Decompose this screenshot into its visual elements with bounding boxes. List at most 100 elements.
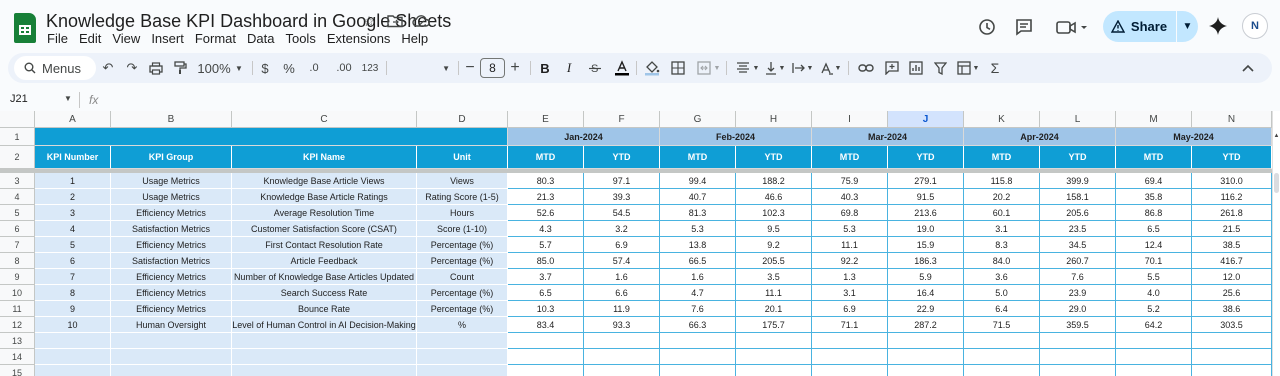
value-cell[interactable]: 25.6 <box>1192 285 1272 301</box>
row-header[interactable]: 5 <box>0 205 35 221</box>
empty-cell[interactable] <box>1192 365 1272 376</box>
empty-cell[interactable] <box>812 365 888 376</box>
number-format-button[interactable]: 123 <box>360 53 380 83</box>
unit-cell[interactable]: % <box>417 317 508 333</box>
menu-edit[interactable]: Edit <box>79 31 101 46</box>
kpi-number-cell[interactable]: 3 <box>35 205 111 221</box>
value-cell[interactable]: 38.5 <box>1192 237 1272 253</box>
value-cell[interactable]: 66.3 <box>660 317 736 333</box>
spreadsheet-grid[interactable]: A B C D E F G H I J K L M N 1 2 3 4 5 6 7 8 9 10 11 12 13 14 15 Jan-2… <box>0 111 1280 376</box>
month-header[interactable]: Apr-2024 <box>964 128 1116 146</box>
percent-format-button[interactable]: % <box>282 53 296 83</box>
value-cell[interactable]: 3.2 <box>584 221 660 237</box>
value-cell[interactable]: 6.9 <box>812 301 888 317</box>
insert-chart-icon[interactable] <box>906 53 926 83</box>
value-cell[interactable]: 38.6 <box>1192 301 1272 317</box>
empty-cell[interactable] <box>508 333 584 349</box>
value-cell[interactable]: 8.3 <box>964 237 1040 253</box>
currency-format-button[interactable]: $ <box>258 53 272 83</box>
italic-button[interactable]: I <box>560 53 578 83</box>
unit-cell[interactable] <box>417 349 508 365</box>
kpi-group-cell[interactable]: Satisfaction Metrics <box>111 253 232 269</box>
value-cell[interactable]: 359.5 <box>1040 317 1116 333</box>
column-title[interactable]: Unit <box>417 146 508 169</box>
column-header[interactable]: N <box>1192 111 1272 128</box>
row-header[interactable]: 3 <box>0 173 35 189</box>
value-cell[interactable]: 3.5 <box>736 269 812 285</box>
value-cell[interactable]: 303.5 <box>1192 317 1272 333</box>
kpi-name-cell[interactable] <box>232 349 417 365</box>
empty-cell[interactable] <box>584 349 660 365</box>
value-cell[interactable]: 23.5 <box>1040 221 1116 237</box>
horizontal-align-icon[interactable] <box>732 53 754 83</box>
value-cell[interactable]: 19.0 <box>888 221 964 237</box>
value-cell[interactable]: 40.3 <box>812 189 888 205</box>
column-header[interactable]: G <box>660 111 736 128</box>
value-cell[interactable]: 21.3 <box>508 189 584 205</box>
ytd-header[interactable]: YTD <box>888 146 964 169</box>
empty-cell[interactable] <box>660 349 736 365</box>
account-avatar[interactable]: N <box>1242 13 1268 39</box>
kpi-group-cell[interactable] <box>111 333 232 349</box>
row-header[interactable]: 14 <box>0 349 35 365</box>
value-cell[interactable]: 1.6 <box>584 269 660 285</box>
value-cell[interactable]: 70.1 <box>1116 253 1192 269</box>
value-cell[interactable]: 22.9 <box>888 301 964 317</box>
value-cell[interactable]: 6.5 <box>508 285 584 301</box>
value-cell[interactable]: 158.1 <box>1040 189 1116 205</box>
kpi-name-cell[interactable]: Average Resolution Time <box>232 205 417 221</box>
text-color-icon[interactable] <box>612 53 632 83</box>
row-header[interactable]: 2 <box>0 146 35 169</box>
font-size-input[interactable]: 8 <box>480 58 505 78</box>
value-cell[interactable]: 7.6 <box>1040 269 1116 285</box>
value-cell[interactable]: 91.5 <box>888 189 964 205</box>
column-header[interactable]: D <box>417 111 508 128</box>
functions-button[interactable]: Σ <box>986 53 1004 83</box>
row-header[interactable]: 4 <box>0 189 35 205</box>
value-cell[interactable]: 12.0 <box>1192 269 1272 285</box>
kpi-group-cell[interactable] <box>111 349 232 365</box>
row-header[interactable]: 8 <box>0 253 35 269</box>
empty-cell[interactable] <box>812 349 888 365</box>
unit-cell[interactable]: Percentage (%) <box>417 301 508 317</box>
value-cell[interactable]: 40.7 <box>660 189 736 205</box>
kpi-name-cell[interactable] <box>232 365 417 376</box>
empty-cell[interactable] <box>584 333 660 349</box>
fill-color-icon[interactable] <box>642 53 662 83</box>
empty-cell[interactable] <box>1192 349 1272 365</box>
value-cell[interactable]: 57.4 <box>584 253 660 269</box>
empty-cell[interactable] <box>964 365 1040 376</box>
value-cell[interactable]: 93.3 <box>584 317 660 333</box>
value-cell[interactable]: 92.2 <box>812 253 888 269</box>
value-cell[interactable]: 6.6 <box>584 285 660 301</box>
mtd-header[interactable]: MTD <box>1116 146 1192 169</box>
menu-extensions[interactable]: Extensions <box>327 31 391 46</box>
merge-cells-icon[interactable] <box>694 53 714 83</box>
value-cell[interactable]: 20.1 <box>736 301 812 317</box>
column-header[interactable]: J <box>888 111 964 128</box>
strikethrough-icon[interactable]: S <box>586 53 604 83</box>
kpi-number-cell[interactable]: 9 <box>35 301 111 317</box>
empty-cell[interactable] <box>736 349 812 365</box>
kpi-group-cell[interactable]: Usage Metrics <box>111 173 232 189</box>
column-header[interactable]: C <box>232 111 417 128</box>
filter-views-icon[interactable] <box>954 53 974 83</box>
unit-cell[interactable]: Percentage (%) <box>417 253 508 269</box>
gemini-sparkle-icon[interactable] <box>1208 16 1228 36</box>
value-cell[interactable]: 5.9 <box>888 269 964 285</box>
kpi-name-cell[interactable]: Article Feedback <box>232 253 417 269</box>
version-history-icon[interactable] <box>976 16 998 38</box>
value-cell[interactable]: 5.3 <box>812 221 888 237</box>
filter-icon[interactable] <box>930 53 950 83</box>
value-cell[interactable]: 6.4 <box>964 301 1040 317</box>
value-cell[interactable]: 1.3 <box>812 269 888 285</box>
kpi-name-cell[interactable]: First Contact Resolution Rate <box>232 237 417 253</box>
meet-call-icon[interactable] <box>1054 16 1090 38</box>
value-cell[interactable]: 16.4 <box>888 285 964 301</box>
kpi-group-cell[interactable]: Satisfaction Metrics <box>111 221 232 237</box>
empty-cell[interactable] <box>660 333 736 349</box>
value-cell[interactable]: 81.3 <box>660 205 736 221</box>
value-cell[interactable]: 11.9 <box>584 301 660 317</box>
star-icon[interactable]: ☆ <box>360 12 378 30</box>
value-cell[interactable]: 11.1 <box>736 285 812 301</box>
